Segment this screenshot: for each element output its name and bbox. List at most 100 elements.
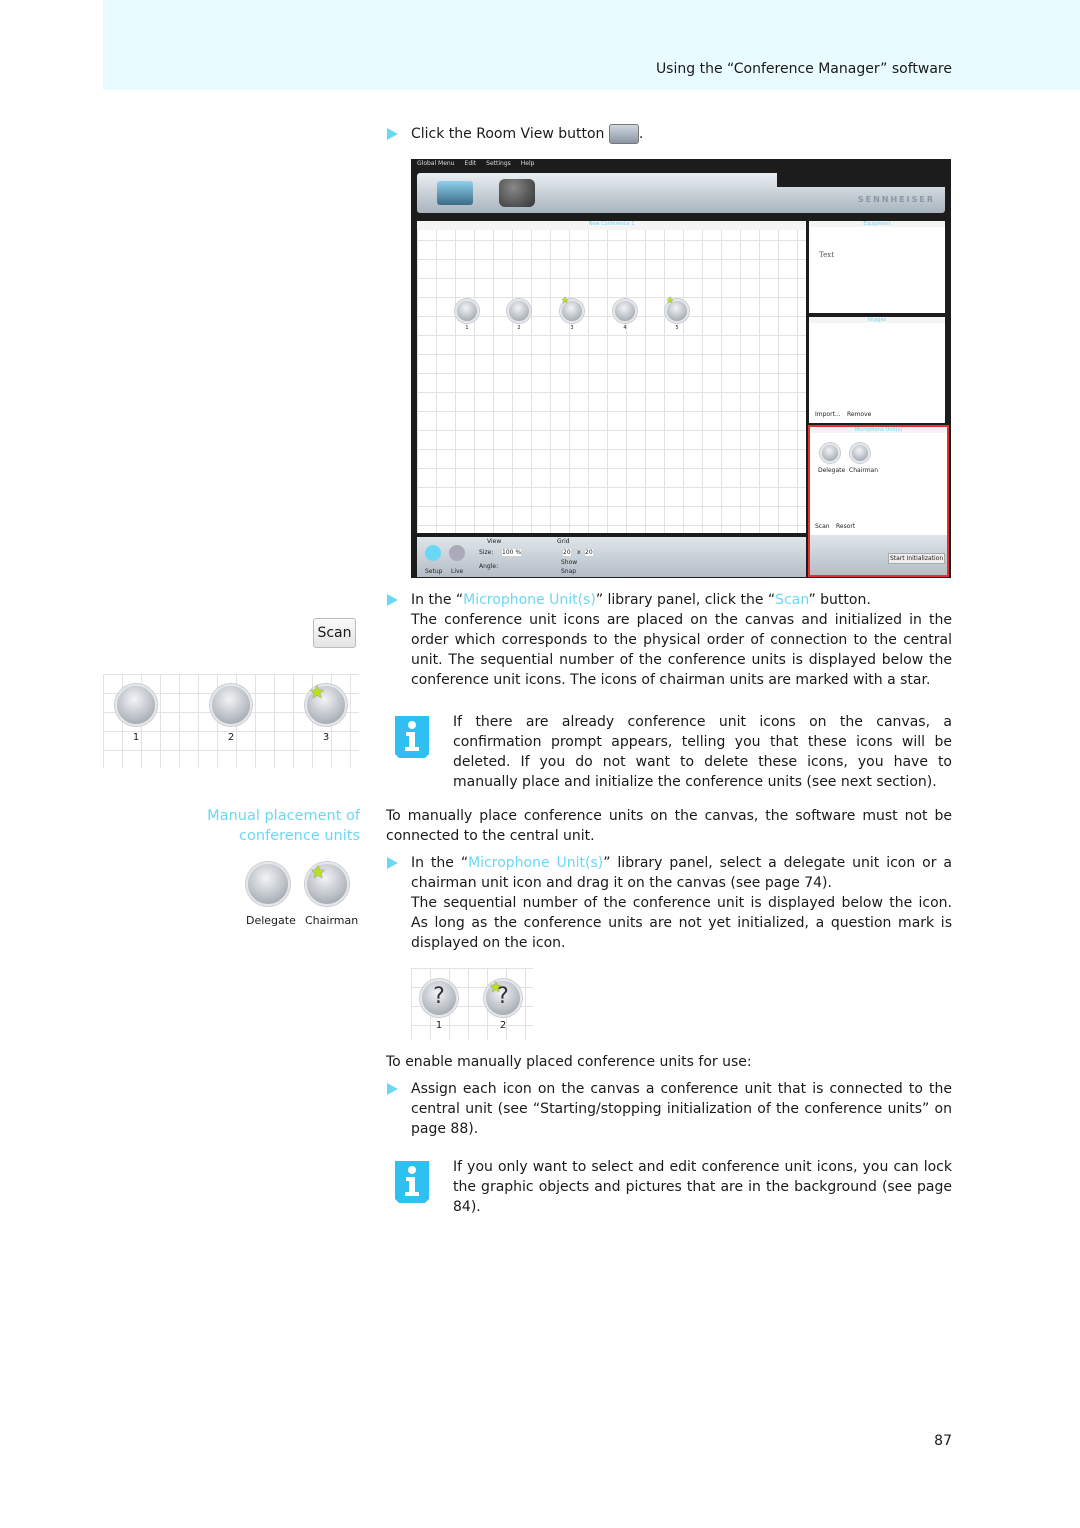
drag-instruction: In the “Microphone Unit(s)” library pane… <box>411 853 952 953</box>
text: The conference unit icons are placed on … <box>411 612 952 688</box>
live-icon <box>449 545 465 561</box>
text: In the “ <box>411 855 469 871</box>
chairman-icon <box>850 443 870 463</box>
unit-number: 4 <box>623 325 627 331</box>
section-title-line: conference units <box>239 828 360 844</box>
scan-link: Scan <box>775 592 809 608</box>
remove-button: Remove <box>847 411 872 418</box>
grid-x: 20 <box>563 549 571 556</box>
participants-icon <box>499 179 535 207</box>
section-title: Manual placement of conference units <box>207 806 360 846</box>
unit-number: 1 <box>435 1020 443 1031</box>
scan-button-illustration: Scan <box>313 618 356 648</box>
microphone-units-link: Microphone Unit(s) <box>468 855 604 871</box>
room-view-icon <box>608 124 639 144</box>
room-view-icon <box>437 181 473 205</box>
info-note: If there are already conference unit ico… <box>453 714 952 790</box>
info-note: If you only want to select and edit conf… <box>453 1159 952 1215</box>
unit-number: 3 <box>570 325 574 331</box>
unit-number: 5 <box>675 325 679 331</box>
unit-icon <box>507 299 531 323</box>
step-text: Click the Room View button <box>411 126 605 142</box>
text: The sequential number of the conference … <box>411 895 952 951</box>
mic-panel-title: Microphone Unit(s) <box>810 427 947 433</box>
star-icon: ★ <box>309 682 326 703</box>
menu-help: Help <box>520 160 535 167</box>
bullet-arrow-icon <box>387 1083 398 1095</box>
menu-bar: Global Menu Edit Settings Help <box>417 160 534 167</box>
star-icon: ★ <box>666 296 675 306</box>
assign-instruction: Assign each icon on the canvas a confere… <box>411 1081 952 1137</box>
text: ” library panel, click the “ <box>595 592 776 608</box>
text-tool: Text <box>819 251 835 259</box>
resort-button: Resort <box>836 523 856 530</box>
images-panel: Images Import... Remove <box>809 317 945 423</box>
angle-label: Angle: <box>479 563 499 570</box>
scan-button: Scan <box>815 523 830 530</box>
grid-sep: x <box>577 549 581 556</box>
equipment-panel: Equipment Text <box>809 221 945 313</box>
unit-icon <box>210 684 252 726</box>
import-button: Import... <box>815 411 841 418</box>
unit-number: 1 <box>465 325 469 331</box>
grid-label: Grid <box>557 538 570 545</box>
images-title: Images <box>809 317 945 323</box>
menu-settings: Settings <box>486 160 511 167</box>
menu-global: Global Menu <box>417 160 455 167</box>
star-icon: ★ <box>561 296 570 306</box>
bullet-arrow-icon <box>387 128 398 140</box>
delegate-label: Delegate <box>246 914 296 927</box>
star-icon: ★ <box>310 862 327 883</box>
unit-number: 2 <box>227 732 235 743</box>
section-title-line: Manual placement of <box>207 808 360 824</box>
brand-logo: SENNHEISER <box>857 195 935 204</box>
show-checkbox: Show <box>561 559 578 566</box>
setup-icon <box>425 545 441 561</box>
unit-icon <box>613 299 637 323</box>
unit-number: 2 <box>499 1020 507 1031</box>
bullet-arrow-icon <box>387 594 398 606</box>
toolbar: SENNHEISER <box>417 173 945 213</box>
unit-number: 1 <box>132 732 140 743</box>
size-label: Size: <box>479 549 494 556</box>
info-icon <box>395 1161 429 1203</box>
live-label: Live <box>451 568 464 575</box>
chairman-label: Chairman <box>849 467 879 474</box>
bullet-arrow-icon <box>387 857 398 869</box>
scanned-units-illustration: ★ 1 2 3 <box>103 674 359 768</box>
step-room-view: Click the Room View button . <box>411 124 644 144</box>
uninitialized-units-illustration: ? ? ★ 1 2 <box>411 968 533 1040</box>
bottom-bar: Setup Live View Size: 100 % Angle: Grid … <box>417 537 806 577</box>
library-icons-illustration: ★ Delegate Chairman <box>244 862 359 932</box>
info-icon <box>395 716 429 758</box>
page-number: 87 <box>934 1433 952 1449</box>
delegate-icon <box>246 862 290 906</box>
unit-icon <box>115 684 157 726</box>
chairman-label: Chairman <box>305 914 359 927</box>
canvas-title: New Conference 1 <box>417 221 806 230</box>
equipment-title: Equipment <box>809 221 945 227</box>
microphone-units-panel: Microphone Unit(s) Delegate Chairman Sca… <box>808 425 949 577</box>
delegate-icon <box>820 443 840 463</box>
setup-label: Setup <box>425 568 443 575</box>
section-intro: To manually place conference units on th… <box>386 808 952 844</box>
view-label: View <box>487 538 502 545</box>
page-header: Using the “Conference Manager” software <box>103 0 1080 90</box>
unit-number: 3 <box>322 732 330 743</box>
snap-checkbox: Snap <box>561 568 577 575</box>
unit-icon <box>455 299 479 323</box>
microphone-units-link: Microphone Unit(s) <box>463 592 596 608</box>
delegate-label: Delegate <box>818 467 846 474</box>
menu-edit: Edit <box>464 160 477 167</box>
conference-manager-screenshot: Global Menu Edit Settings Help SENNHEISER N… <box>411 159 951 578</box>
canvas: New Conference 1 ★ ★ 1 2 3 4 5 <box>417 221 806 533</box>
size-value: 100 % <box>502 549 522 556</box>
unit-number: 2 <box>517 325 521 331</box>
header-title: Using the “Conference Manager” software <box>655 61 952 77</box>
scan-instruction: In the “Microphone Unit(s)” library pane… <box>411 590 952 690</box>
text: In the “ <box>411 592 464 608</box>
text: ” button. <box>808 592 871 608</box>
start-initialization-button: Start Initialization <box>888 553 946 564</box>
star-icon: ★ <box>489 978 503 996</box>
enable-intro: To enable manually placed conference uni… <box>386 1054 752 1070</box>
